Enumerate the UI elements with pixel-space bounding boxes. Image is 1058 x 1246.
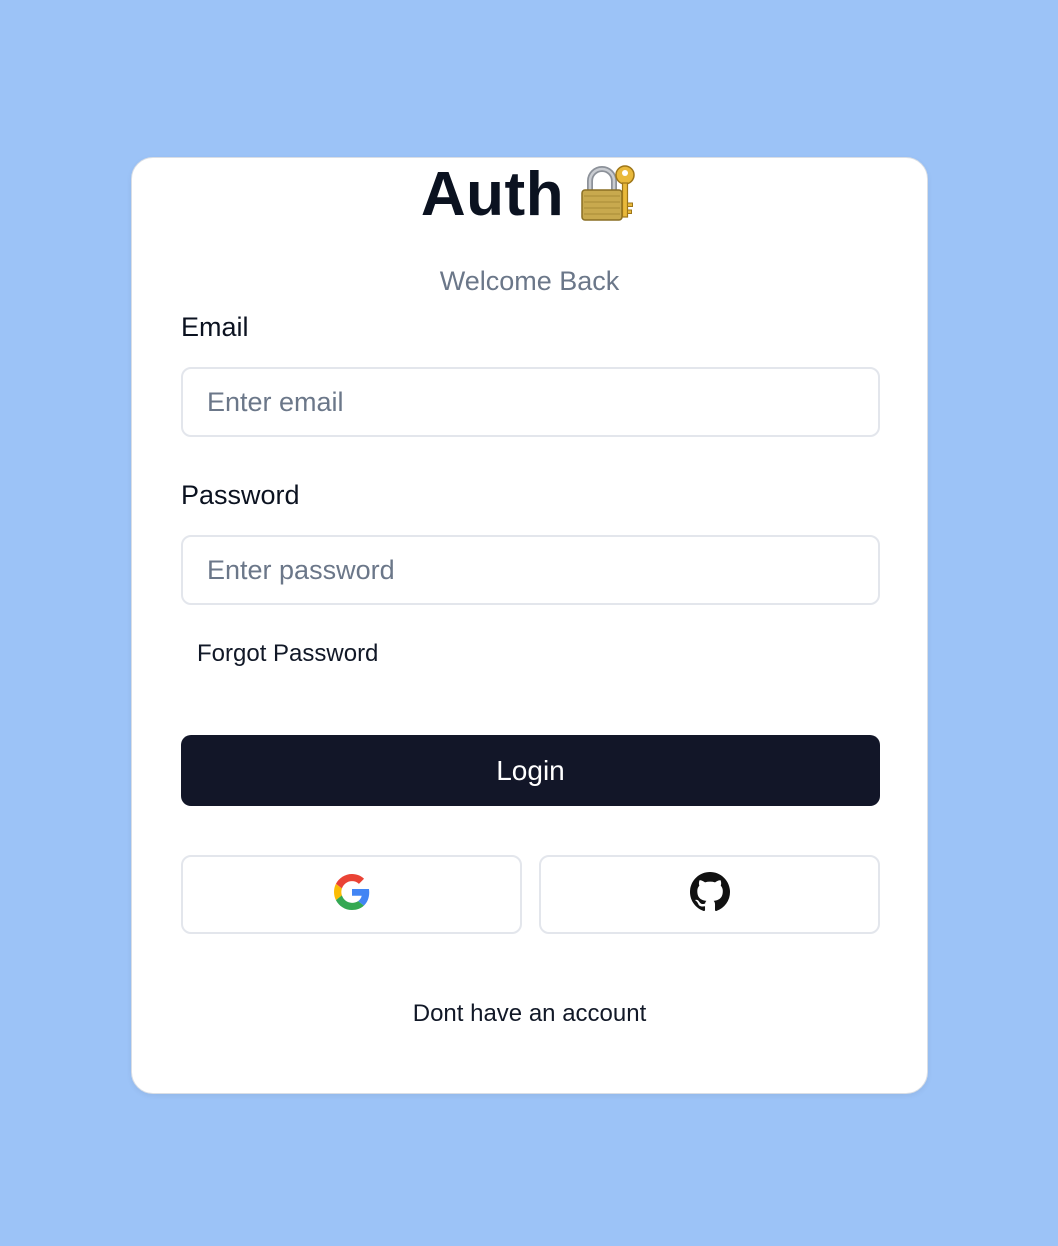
google-icon (333, 874, 370, 915)
password-label: Password (181, 480, 300, 510)
page-title-text: Auth (420, 160, 565, 229)
signup-link[interactable]: Dont have an account (132, 1000, 927, 1028)
forgot-password-link[interactable]: Forgot Password (197, 640, 378, 668)
password-field[interactable] (181, 535, 880, 605)
page-title: Auth (132, 162, 927, 228)
github-icon (689, 872, 730, 917)
github-login-button[interactable] (539, 855, 880, 934)
lock-with-key-icon (578, 163, 638, 223)
login-card: Auth Welcome Back Email Enter email Pass… (131, 157, 928, 1094)
email-field[interactable] (181, 367, 880, 437)
google-login-button[interactable] (181, 855, 522, 934)
login-button[interactable]: Login (181, 735, 880, 806)
subtitle: Welcome Back (439, 266, 620, 296)
email-label: Email (181, 312, 249, 342)
